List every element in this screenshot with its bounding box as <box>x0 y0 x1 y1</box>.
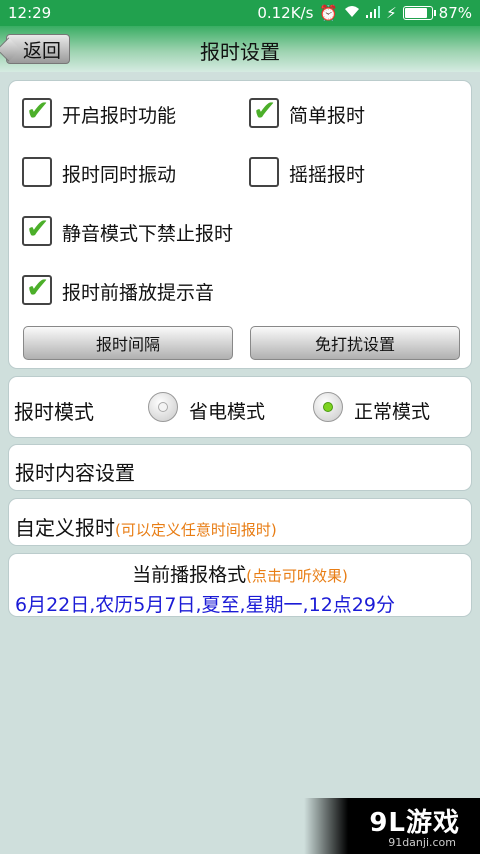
custom-report-text: 自定义报时(可以定义任意时间报时) <box>15 512 277 541</box>
watermark-site: 91danji.com <box>388 836 456 849</box>
custom-report-row[interactable]: 自定义报时(可以定义任意时间报时) <box>8 498 472 546</box>
checkbox-simple[interactable]: ✔ <box>249 94 279 128</box>
mode-label: 报时模式 <box>14 400 94 424</box>
label-shake: 摇摇报时 <box>289 164 366 186</box>
custom-report-hint: (可以定义任意时间报时) <box>115 521 277 539</box>
battery-icon <box>402 6 436 20</box>
content-settings-row[interactable]: 报时内容设置 <box>8 444 472 491</box>
check-icon: ✔ <box>253 94 277 127</box>
status-right: 0.12K/s ⏰ ⚡ 87% <box>257 4 472 22</box>
checkbox-shake[interactable] <box>249 157 279 187</box>
label-normal: 正常模式 <box>354 401 431 423</box>
radio-dot-icon <box>158 402 168 412</box>
status-bar: 12:29 0.12K/s ⏰ ⚡ 87% <box>0 0 480 26</box>
format-panel[interactable]: 当前播报格式(点击可听效果) 6月22日,农历5月7日,夏至,星期一,12点29… <box>8 553 472 617</box>
label-power-saving: 省电模式 <box>189 401 266 423</box>
status-time: 12:29 <box>8 4 52 22</box>
back-button-label: 返回 <box>22 39 61 62</box>
alarm-icon: ⏰ <box>319 4 339 22</box>
radio-dot-icon <box>323 402 333 412</box>
dnd-settings-button[interactable]: 免打扰设置 <box>250 326 460 360</box>
format-value: 6月22日,农历5月7日,夏至,星期一,12点29分 <box>15 594 395 616</box>
format-hint: (点击可听效果) <box>246 567 348 585</box>
content-settings-label: 报时内容设置 <box>15 461 135 485</box>
check-icon: ✔ <box>26 94 50 127</box>
charging-icon: ⚡ <box>386 4 397 22</box>
checkbox-silent[interactable]: ✔ <box>22 212 52 246</box>
radio-normal[interactable] <box>313 392 343 422</box>
wifi-icon <box>344 4 360 22</box>
check-icon: ✔ <box>26 271 50 304</box>
interval-button[interactable]: 报时间隔 <box>23 326 233 360</box>
check-icon: ✔ <box>26 212 50 245</box>
watermark: 9L游戏 91danji.com <box>304 798 480 854</box>
battery-percent: 87% <box>438 4 472 22</box>
checkbox-enable[interactable]: ✔ <box>22 94 52 128</box>
watermark-brand: 9L游戏 <box>369 808 460 838</box>
signal-icon <box>366 4 381 22</box>
network-speed: 0.12K/s <box>257 4 314 22</box>
format-title: 当前播报格式 <box>132 564 247 586</box>
page-title: 报时设置 <box>200 40 280 64</box>
mode-panel: 报时模式 省电模式 正常模式 <box>8 376 472 438</box>
radio-power-saving[interactable] <box>148 392 178 422</box>
checkbox-vibrate[interactable] <box>22 157 52 187</box>
label-enable: 开启报时功能 <box>62 105 177 127</box>
label-silent: 静音模式下禁止报时 <box>62 223 234 245</box>
label-vibrate: 报时同时振动 <box>62 164 177 186</box>
custom-report-label: 自定义报时 <box>15 516 115 540</box>
label-simple: 简单报时 <box>289 105 366 127</box>
format-title-line: 当前播报格式(点击可听效果) <box>9 560 471 587</box>
label-prompt-tone: 报时前播放提示音 <box>62 282 215 304</box>
options-panel: ✔ 开启报时功能 ✔ 简单报时 报时同时振动 摇摇报时 ✔ 静音模式下禁止报时 … <box>8 80 472 369</box>
checkbox-prompt-tone[interactable]: ✔ <box>22 271 52 305</box>
title-bar: 返回 报时设置 <box>0 26 480 72</box>
